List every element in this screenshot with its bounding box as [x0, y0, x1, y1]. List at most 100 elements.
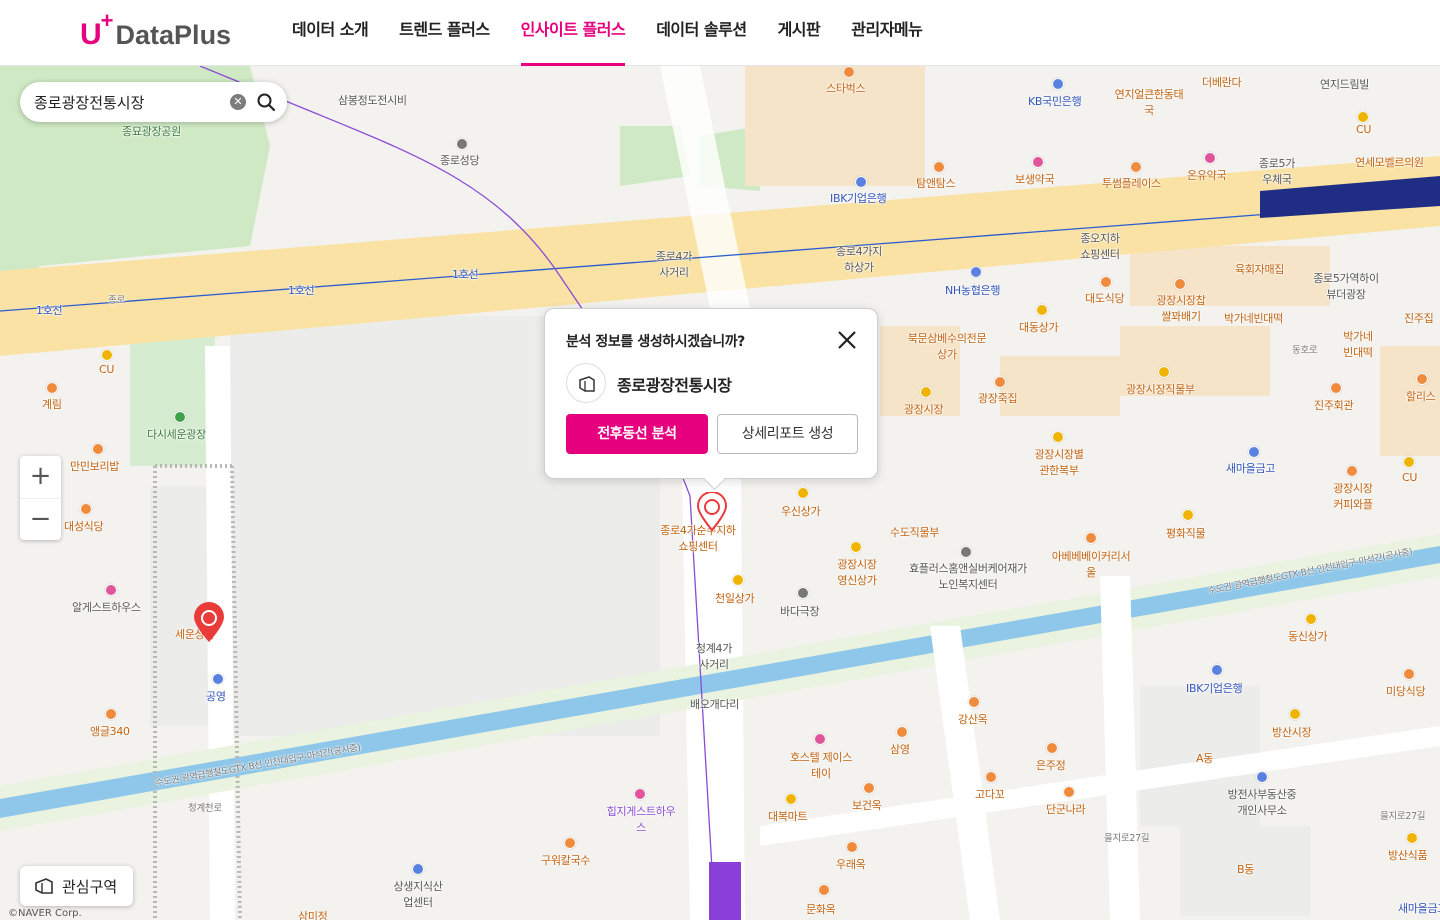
map-label: 북문삼베수의전문상가 [907, 332, 987, 361]
close-icon[interactable] [836, 329, 858, 351]
store-icon [1403, 456, 1415, 468]
restaurant-icon [92, 443, 104, 455]
selected-location-marker[interactable] [695, 492, 729, 532]
map-label: 방산시장 [1272, 726, 1312, 739]
logo-u: U [80, 18, 102, 51]
map-label: CU [1356, 123, 1372, 136]
map-label: 효플러스홈앤실버케어재가노인복지센터 [909, 562, 1027, 591]
map-label: IBK기업은행 [1186, 682, 1243, 695]
map-label: 새마을금고 [1398, 902, 1440, 915]
theater-icon [797, 587, 809, 599]
map-label: 광장시장직물부 [1126, 383, 1195, 396]
map-label: 온유약국 [1187, 169, 1227, 182]
cafe-icon [1130, 161, 1142, 173]
road-label: 을지로27길 [1380, 811, 1426, 822]
analysis-popup: 분석 정보를 생성하시겠습니까? 종로광장전통시장 전후동선 분석 상세리포트 … [544, 308, 878, 479]
welfare-icon [960, 546, 972, 558]
map-label: 스타벅스 [826, 82, 866, 95]
search-input[interactable] [34, 82, 224, 122]
restaurant-icon [1100, 276, 1112, 288]
map-label: 힙지게스트하우스 [606, 805, 676, 834]
nav-data-intro[interactable]: 데이터 소개 [292, 0, 369, 66]
store-icon [1158, 366, 1170, 378]
map-label: 박가네빈대떡 [1224, 312, 1283, 325]
map-label: 배오개다리 [690, 698, 740, 711]
clear-icon[interactable]: ✕ [230, 94, 246, 110]
bakery-icon [1085, 532, 1097, 544]
restaurant-icon [46, 382, 58, 394]
area-icon [35, 878, 53, 894]
map-label: 광장시장별관한복부 [1034, 448, 1084, 477]
logo-text: DataPlus [115, 20, 232, 50]
interest-area-button[interactable]: 관심구역 [20, 866, 133, 906]
mart-icon [785, 793, 797, 805]
restaurant-icon [1330, 382, 1342, 394]
map-label: 동신상가 [1288, 630, 1328, 643]
flow-analysis-button[interactable]: 전후동선 분석 [566, 414, 708, 454]
area-icon [579, 376, 595, 392]
church-icon [456, 138, 468, 150]
map-label: 삼봉정도전시비 [338, 94, 407, 107]
map-label: 대동상가 [1019, 321, 1059, 334]
map-label: 대성식당 [64, 520, 104, 533]
road-label: 종로 [108, 295, 125, 306]
road-label: 을지로27길 [1104, 833, 1150, 844]
map-label: 탐앤탐스 [916, 177, 956, 190]
map-label: 종로성당 [440, 154, 480, 167]
map-label: 우래옥 [836, 858, 866, 871]
map-label: 광장죽집 [978, 392, 1018, 405]
restaurant-icon [846, 841, 858, 853]
detailed-report-button[interactable]: 상세리포트 생성 [717, 414, 858, 454]
map-label: 알게스트하우스 [72, 601, 141, 614]
map-label: A동 [1196, 752, 1214, 765]
map-label: 진주회관 [1314, 399, 1354, 412]
main-nav: 데이터 소개 트렌드 플러스 인사이트 플러스 데이터 솔루션 게시판 관리자메… [292, 0, 953, 66]
road-label: 청계천로 [188, 803, 222, 814]
market-icon [1289, 708, 1301, 720]
store-icon [797, 487, 809, 499]
store-icon [850, 541, 862, 553]
map-label: 종묘광장공원 [122, 125, 181, 138]
map-label: CU [99, 363, 115, 376]
zoom-out-button[interactable]: − [20, 498, 61, 540]
park-icon [174, 411, 186, 423]
restaurant-icon [896, 726, 908, 738]
map-label: NH농협은행 [945, 284, 1001, 297]
nav-board[interactable]: 게시판 [778, 0, 821, 66]
map-label: 새마을금고 [1226, 462, 1276, 475]
location-marker[interactable] [191, 602, 227, 644]
map-label: 평화직물 [1166, 527, 1206, 540]
place-icon-circle [566, 363, 606, 403]
zoom-in-button[interactable]: + [20, 456, 61, 498]
restaurant-icon [80, 503, 92, 515]
store-icon [1036, 304, 1048, 316]
dataplus-logo[interactable]: U + DataPlus [80, 8, 232, 51]
map-label: 대복마트 [768, 810, 808, 823]
restaurant-icon [1403, 668, 1415, 680]
nav-admin-menu[interactable]: 관리자메뉴 [851, 0, 923, 66]
nav-data-solution[interactable]: 데이터 솔루션 [656, 0, 747, 66]
map-label: 상생지식산업센터 [393, 880, 443, 909]
map-label: 바다극장 [780, 605, 820, 618]
map-label: 종로5가역하이뷰더광장 [1313, 272, 1379, 301]
zoom-control: + − [20, 456, 61, 540]
nav-insight-plus[interactable]: 인사이트 플러스 [520, 0, 626, 66]
map-canvas[interactable]: ✕ 삼봉정도전시비 종묘광장공원 종로성당 스타벅스 KB국민은행 연지얼큰한동… [0, 66, 1440, 920]
search-box: ✕ [20, 82, 287, 122]
map-label: 공영 [206, 690, 226, 703]
store-icon [920, 386, 932, 398]
nav-trend-plus[interactable]: 트렌드 플러스 [399, 0, 490, 66]
logo-plus: + [100, 8, 114, 33]
map-label: 천일상가 [715, 592, 755, 605]
map-label: 연지드림빌 [1320, 78, 1370, 91]
restaurant-icon [994, 376, 1006, 388]
search-icon[interactable] [256, 92, 276, 112]
map-label: 삼미정 [298, 910, 328, 920]
map-label: 아베베베이커리서울 [1051, 550, 1131, 579]
map-label: 진주집 [1404, 312, 1434, 325]
map-label: KB국민은행 [1028, 95, 1082, 108]
map-label: 박가네빈대떡 [1343, 330, 1373, 359]
map-label: 호스텔 제이스테이 [789, 751, 853, 780]
map-label: 다시세운광장 [147, 428, 206, 441]
restaurant-icon [1046, 742, 1058, 754]
